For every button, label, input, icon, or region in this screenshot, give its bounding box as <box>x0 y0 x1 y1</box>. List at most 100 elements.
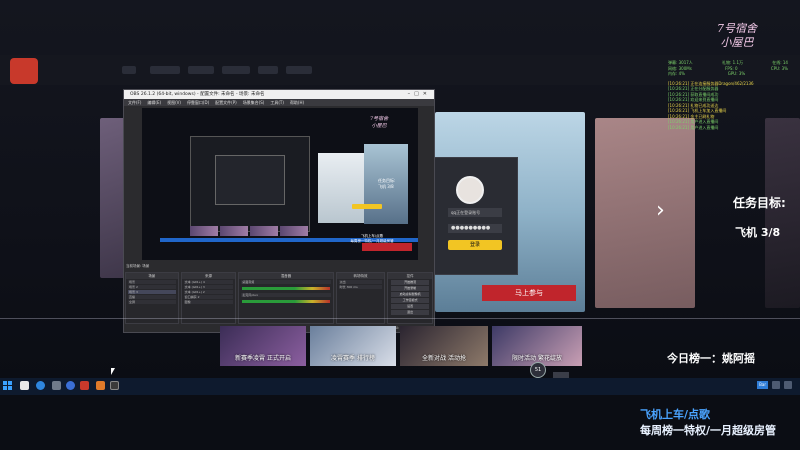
channel-stamp: 7号宿舍 小屋巴 <box>702 22 772 50</box>
notification-icon[interactable] <box>784 381 792 389</box>
scene-item[interactable]: 直播 <box>128 295 176 299</box>
promo-line-1: 飞机上车/点歌 <box>640 408 711 421</box>
app-icon[interactable] <box>52 381 61 390</box>
preview-stamp-line1: 7号宿舍 <box>370 116 389 122</box>
mouse-cursor-icon <box>111 368 115 375</box>
exit-button[interactable]: 退出 <box>391 310 429 315</box>
obs-taskbar-icon[interactable] <box>110 381 119 390</box>
nav-item[interactable] <box>122 66 136 74</box>
banner[interactable]: 凌霄赛季 排行榜 <box>310 326 396 366</box>
menu-docks[interactable]: 停靠窗口(D) <box>187 99 209 106</box>
preview-thumb <box>280 226 308 236</box>
audio-meter[interactable] <box>242 287 330 290</box>
carousel-card-right[interactable] <box>595 118 695 308</box>
obs-docks: 场景 场景 场景 2 场景 3 直播 全屏 来源 文本 (GDI+) 4 文本 … <box>125 272 433 324</box>
task-title: 任务目标: <box>733 196 786 210</box>
preview-thumb <box>190 226 218 236</box>
stats-overlay: 弹幕: 3017人 礼物: 1.1万 在线: 14 网络: 300Ms FPS:… <box>668 60 788 130</box>
menu-file[interactable]: 文件(F) <box>128 99 141 106</box>
current-scene-label: 当前场景: 场景 <box>126 264 150 268</box>
preview-stamp: 7号宿舍 小屋巴 <box>370 116 388 130</box>
dock-title: 来源 <box>181 273 236 279</box>
app-logo[interactable] <box>10 58 38 84</box>
preview-stamp-line2: 小屋巴 <box>371 123 387 129</box>
dock-title: 场景 <box>126 273 178 279</box>
game-app-icon[interactable] <box>80 381 89 390</box>
banner[interactable]: 限时活动 繁花绽放 <box>492 326 582 366</box>
password-field[interactable]: ●●●●●●●●● <box>448 224 502 233</box>
source-item[interactable]: 图像 <box>183 300 234 304</box>
preview-promo-2: 每周榜一特权/一月超级房管 <box>350 239 394 243</box>
start-streaming-button[interactable]: 开始推流 <box>391 280 429 285</box>
transition-select[interactable]: 淡出 <box>338 280 383 284</box>
transition-duration[interactable]: 时长 300 ms <box>338 285 383 289</box>
window-controls[interactable]: –□✕ <box>408 90 431 99</box>
menu-view[interactable]: 视图(V) <box>167 99 181 106</box>
preview-task: 任务目标: 飞机 3/8 <box>378 178 395 190</box>
controls-dock: 控件 开始推流 开始录制 启动虚拟摄像机 工作室模式 设置 退出 <box>387 272 433 324</box>
source-item[interactable]: 文本 (GDI+) 2 <box>183 290 234 294</box>
network-icon[interactable] <box>772 381 780 389</box>
login-panel: qq正在登录账号 ●●●●●●●●● 登录 <box>433 157 518 275</box>
menu-profile[interactable]: 配置文件(P) <box>215 99 237 106</box>
app-icon[interactable] <box>96 381 105 390</box>
chevron-right-icon[interactable]: › <box>656 198 665 223</box>
menu-edit[interactable]: 编辑(E) <box>147 99 161 106</box>
log-line: [10:26:21] 用户进入直播间 <box>668 124 719 130</box>
preview-login-button <box>352 204 382 209</box>
preview-card <box>318 153 368 223</box>
promo-line-2: 每周榜一特权/一月超级房管 <box>640 424 777 437</box>
app-icon[interactable] <box>66 381 75 390</box>
menu-tools[interactable]: 工具(T) <box>270 99 284 106</box>
source-item[interactable]: 文本 (GDI+) 3 <box>183 285 234 289</box>
browser-icon[interactable] <box>36 381 45 390</box>
menu-scene-collection[interactable]: 场景集合(S) <box>243 99 265 106</box>
account-field[interactable]: qq正在登录账号 <box>448 208 502 217</box>
nav-item[interactable] <box>188 66 214 74</box>
nav-item[interactable] <box>258 66 278 74</box>
source-item[interactable]: 窗口捕获 2 <box>183 295 234 299</box>
login-button[interactable]: 登录 <box>448 240 502 250</box>
nav-item[interactable] <box>286 66 312 74</box>
obs-preview[interactable]: 7号宿舍 小屋巴 任务目标: 飞机 3/8 飞机上车/点歌 每周榜一特权/一月超… <box>142 108 418 260</box>
mixer-channel: 桌面音频 <box>241 280 331 284</box>
windows-start-icon[interactable] <box>3 381 13 391</box>
start-recording-button[interactable]: 开始录制 <box>391 286 429 291</box>
preview-task-progress: 飞机 3/8 <box>378 184 394 189</box>
task-view-icon[interactable] <box>20 381 29 390</box>
dock-title: 控件 <box>388 273 432 279</box>
carousel-card-far-right[interactable] <box>765 118 800 308</box>
task-progress: 飞机 3/8 <box>735 226 781 239</box>
scene-item[interactable]: 场景 2 <box>128 285 176 289</box>
studio-mode-button[interactable]: 工作室模式 <box>391 298 429 303</box>
tray-badge[interactable]: Bar <box>757 381 768 389</box>
virtual-camera-button[interactable]: 启动虚拟摄像机 <box>391 292 429 297</box>
obs-titlebar[interactable]: OBS 26.1.2 (64-bit, windows) - 配置文件: 未命名… <box>124 90 434 99</box>
banner-label: 限时活动 繁花绽放 <box>512 355 562 362</box>
obs-title-text: OBS 26.1.2 (64-bit, windows) - 配置文件: 未命名… <box>130 92 265 97</box>
menu-help[interactable]: 帮助(H) <box>290 99 304 106</box>
system-tray: Bar <box>757 381 792 389</box>
nav-item[interactable] <box>150 66 180 74</box>
obs-menubar: 文件(F) 编辑(E) 视图(V) 停靠窗口(D) 配置文件(P) 场景集合(S… <box>124 99 434 106</box>
daily-top-gifter: 今日榜一：姚阿摇 <box>667 352 755 365</box>
scene-item[interactable]: 场景 3 <box>128 290 176 294</box>
preview-join-button <box>362 243 412 251</box>
audio-meter[interactable] <box>242 300 330 303</box>
nav-item[interactable] <box>222 66 250 74</box>
preview-caption: 飞机上车/点歌 每周榜一特权/一月超级房管 <box>342 234 402 244</box>
banner[interactable]: 新赛季凌霄 正式开启 <box>220 326 306 366</box>
sources-dock: 来源 文本 (GDI+) 4 文本 (GDI+) 3 文本 (GDI+) 2 窗… <box>180 272 237 324</box>
dock-title: 混音器 <box>239 273 333 279</box>
stat: GPU: 3% <box>727 71 746 76</box>
banner[interactable]: 全新对战 活动抢 <box>400 326 488 366</box>
stat: CPU: 3% <box>770 65 788 71</box>
join-button[interactable]: 马上参与 <box>482 285 576 301</box>
nested-preview-inner <box>215 155 285 205</box>
source-item[interactable]: 文本 (GDI+) 4 <box>183 280 234 284</box>
scene-item[interactable]: 场景 <box>128 280 176 284</box>
page-badge[interactable]: 51 <box>530 362 546 378</box>
dock-title: 转场特效 <box>336 273 385 279</box>
scene-item[interactable]: 全屏 <box>128 300 176 304</box>
settings-button[interactable]: 设置 <box>391 304 429 309</box>
